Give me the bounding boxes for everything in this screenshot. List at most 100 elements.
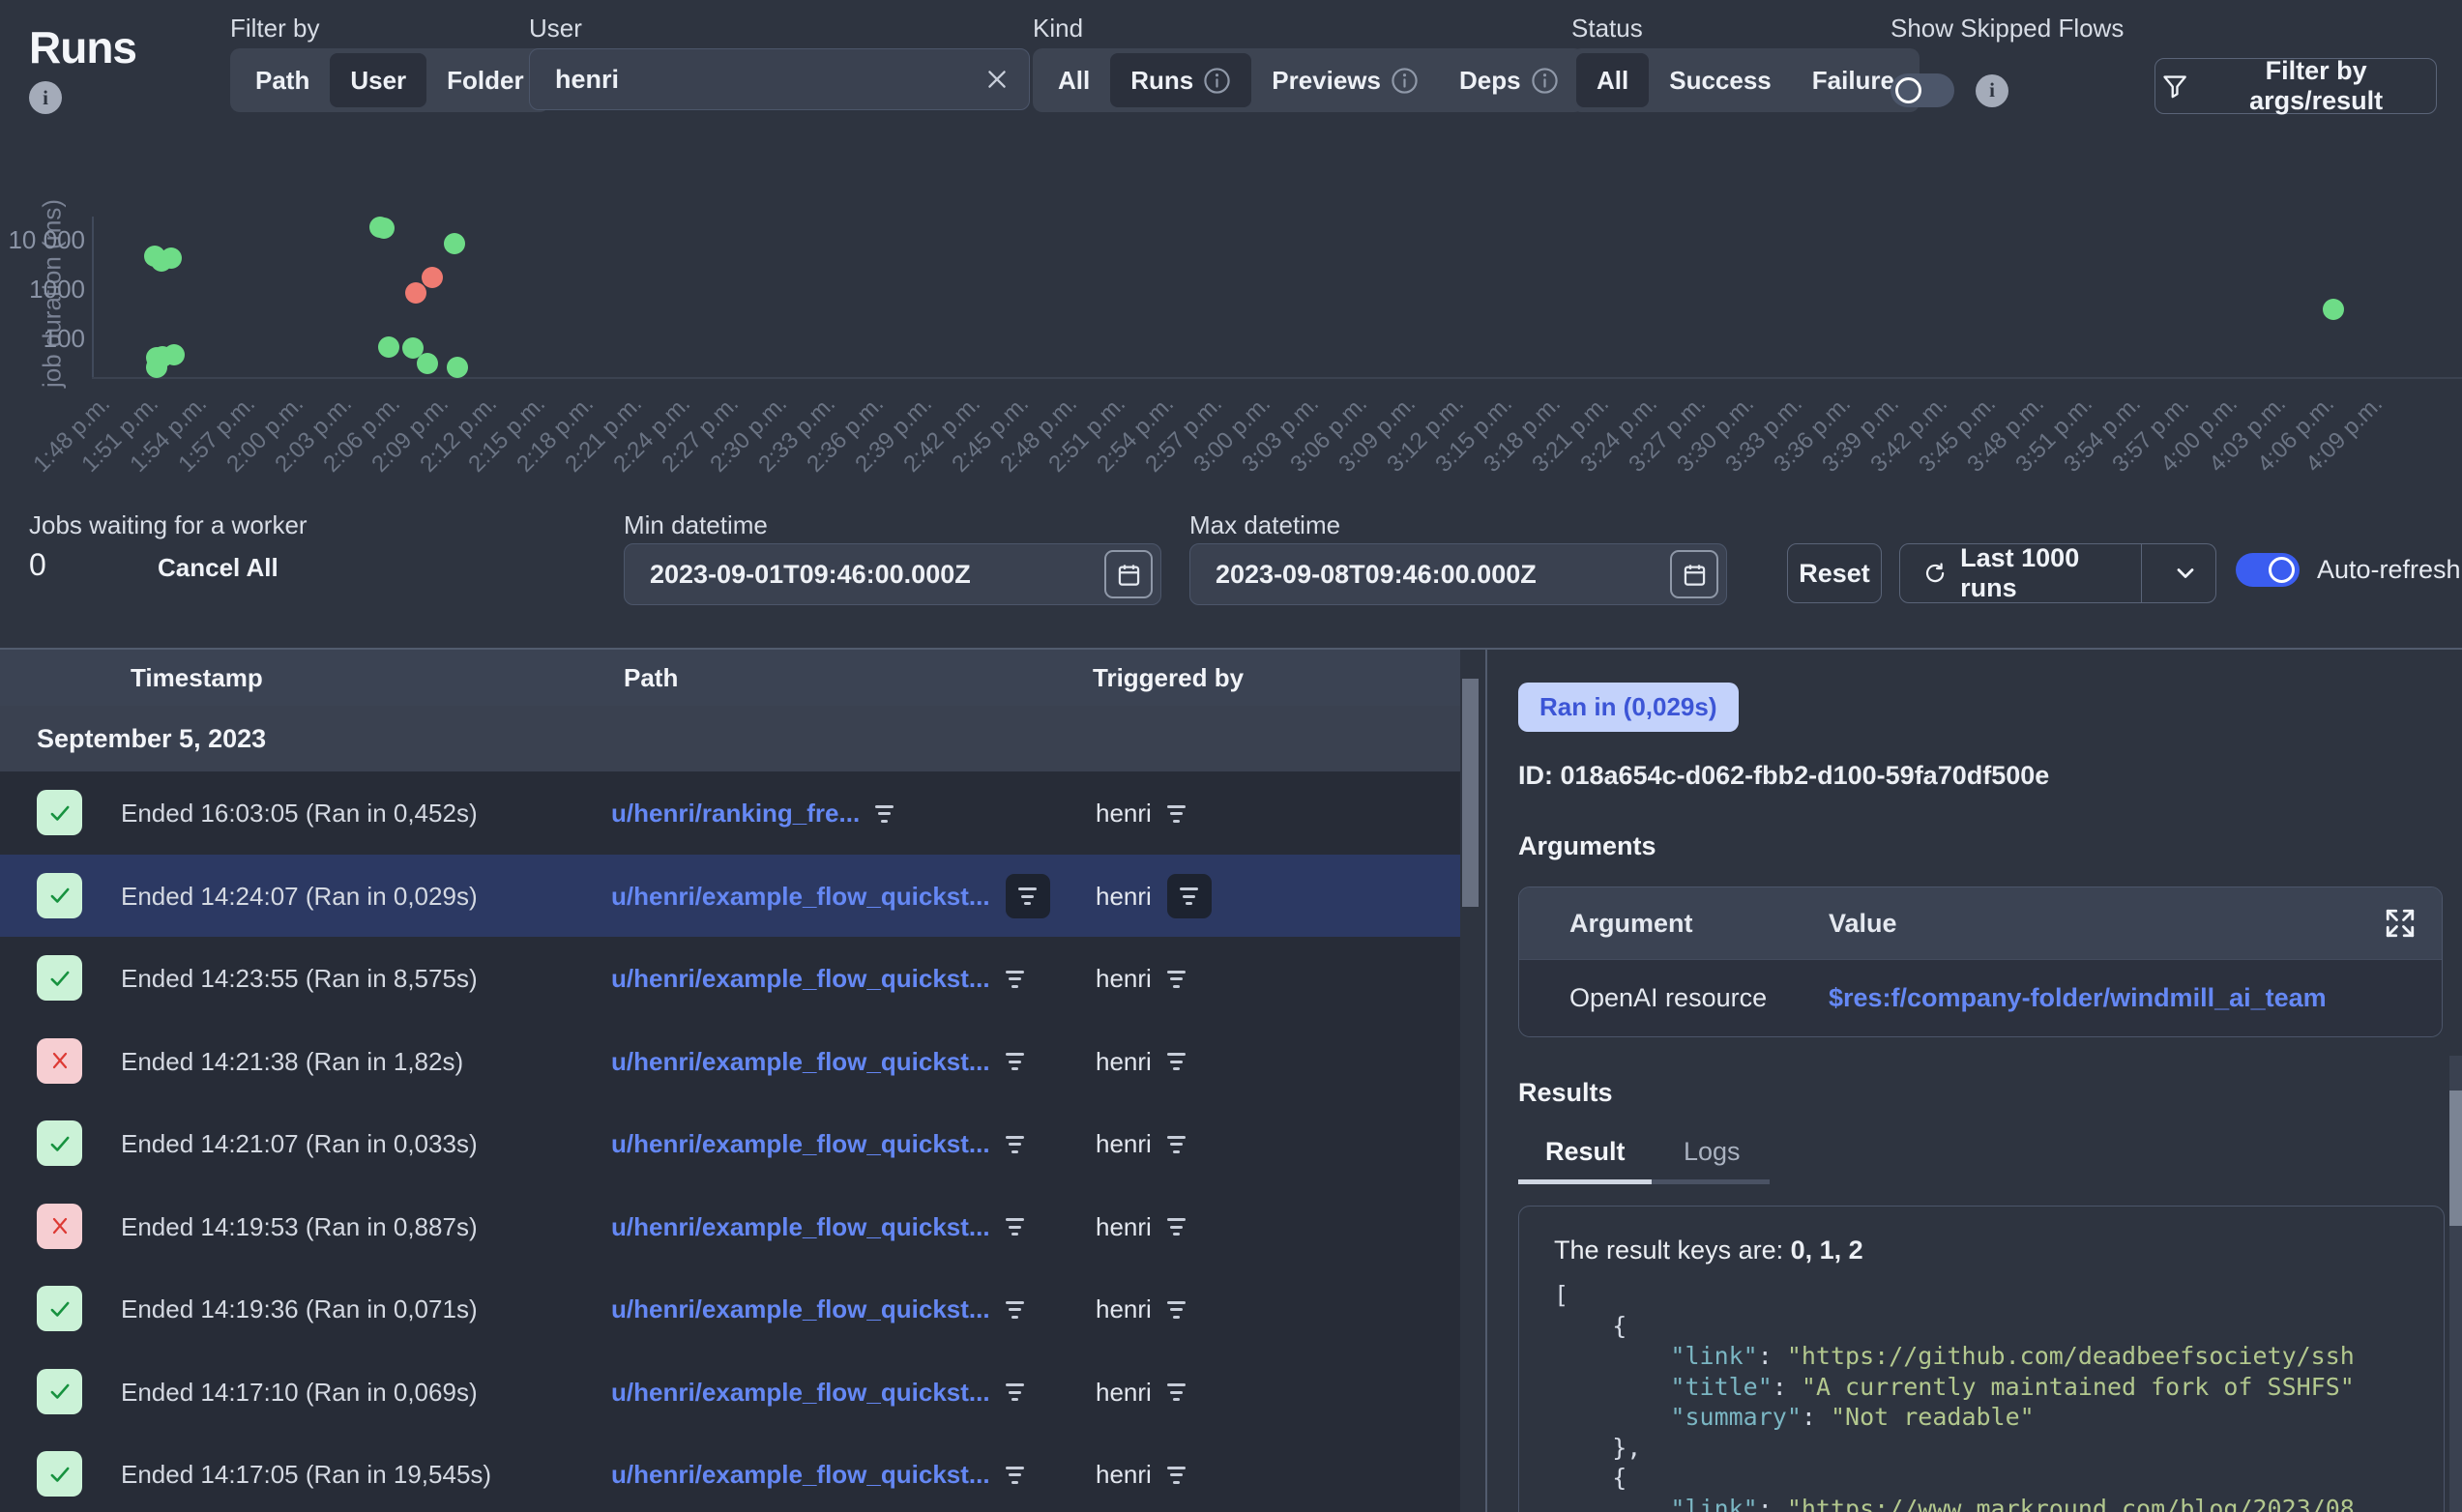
filter-by-value-icon[interactable] <box>1167 805 1186 823</box>
filter-by-value-icon[interactable] <box>1167 1136 1186 1153</box>
min-datetime-calendar-button[interactable] <box>1104 550 1153 598</box>
kind-segmented: All Runs Previews Deps <box>1033 48 1584 112</box>
column-timestamp: Timestamp <box>131 663 263 693</box>
status-success-icon <box>37 1120 82 1166</box>
filter-by-value-icon[interactable] <box>1167 1467 1186 1484</box>
scatter-point-success[interactable] <box>146 357 167 378</box>
run-path-link[interactable]: u/henri/example_flow_quickst... <box>611 882 990 912</box>
filter-by-value-icon[interactable] <box>1167 1218 1186 1236</box>
filter-args-result-button[interactable]: Filter by args/result <box>2154 58 2437 114</box>
user-filter-input[interactable] <box>553 64 984 96</box>
run-path-link[interactable]: u/henri/example_flow_quickst... <box>611 1378 990 1408</box>
scatter-point-failure[interactable] <box>405 282 426 304</box>
kind-runs-tab[interactable]: Runs <box>1110 53 1251 107</box>
value-column-header: Value <box>1829 909 1897 939</box>
run-detail-panel: Ran in (0,029s) ID: 018a654c-d062-fbb2-d… <box>1485 650 2462 1512</box>
check-icon <box>47 1296 73 1322</box>
scatter-point-success[interactable] <box>444 233 465 254</box>
run-row[interactable]: Ended 14:21:07 (Ran in 0,033s)u/henri/ex… <box>0 1102 1460 1185</box>
run-path-link[interactable]: u/henri/ranking_fre... <box>611 799 860 829</box>
filter-by-value-icon[interactable] <box>1006 971 1024 988</box>
last-runs-refresh-button[interactable]: Last 1000 runs <box>1900 543 2127 603</box>
runs-info-icon[interactable]: i <box>29 81 62 114</box>
scatter-point-success[interactable] <box>161 247 182 269</box>
status-label: Status <box>1571 14 1643 44</box>
filter-by-value-icon[interactable] <box>1018 887 1037 905</box>
filter-by-folder-tab[interactable]: Folder <box>426 53 543 107</box>
run-row[interactable]: Ended 14:21:38 (Ran in 1,82s)u/henri/exa… <box>0 1020 1460 1103</box>
scatter-point-failure[interactable] <box>422 267 443 288</box>
filter-by-value-icon[interactable] <box>875 805 894 823</box>
last-runs-dropdown-button[interactable] <box>2155 560 2215 587</box>
auto-refresh-toggle[interactable] <box>2236 553 2300 587</box>
tab-logs[interactable]: Logs <box>1653 1137 1764 1184</box>
run-row[interactable]: Ended 14:24:07 (Ran in 0,029s)u/henri/ex… <box>0 855 1460 938</box>
filter-by-value-icon[interactable] <box>1006 1467 1024 1484</box>
tab-result[interactable]: Result <box>1518 1137 1649 1184</box>
check-icon <box>47 1131 73 1156</box>
scatter-point-success[interactable] <box>2323 299 2344 320</box>
run-user: henri <box>1096 1460 1152 1490</box>
filter-by-value-icon[interactable] <box>1167 1301 1186 1319</box>
filter-by-value-icon[interactable] <box>1180 887 1198 905</box>
run-row[interactable]: Ended 14:23:55 (Ran in 8,575s)u/henri/ex… <box>0 937 1460 1020</box>
scatter-point-success[interactable] <box>417 353 438 374</box>
scatter-point-success[interactable] <box>378 336 399 358</box>
argument-value-link[interactable]: $res:f/company-folder/windmill_ai_team <box>1829 983 2327 1012</box>
filter-by-value-icon[interactable] <box>1006 1301 1024 1319</box>
filter-by-path-tab[interactable]: Path <box>235 53 330 107</box>
run-row[interactable]: Ended 14:19:53 (Ran in 0,887s)u/henri/ex… <box>0 1185 1460 1268</box>
filter-by-value-icon[interactable] <box>1167 1053 1186 1070</box>
show-skipped-toggle[interactable] <box>1890 73 1954 107</box>
cancel-all-button[interactable]: Cancel All <box>158 553 278 583</box>
kind-deps-tab[interactable]: Deps <box>1439 53 1579 107</box>
result-json-line: "summary": "Not readable" <box>1554 1402 2444 1433</box>
expand-arguments-button[interactable] <box>2384 907 2417 940</box>
filter-by-value-icon[interactable] <box>1167 971 1186 988</box>
reset-button[interactable]: Reset <box>1787 543 1882 603</box>
status-success-tab[interactable]: Success <box>1649 53 1792 107</box>
status-all-tab[interactable]: All <box>1576 53 1649 107</box>
run-row[interactable]: Ended 14:19:36 (Ran in 0,071s)u/henri/ex… <box>0 1267 1460 1351</box>
funnel-icon <box>2161 72 2188 101</box>
filter-by-value-icon[interactable] <box>1006 1136 1024 1153</box>
table-scrollbar[interactable] <box>1462 679 1479 907</box>
run-path-link[interactable]: u/henri/example_flow_quickst... <box>611 1294 990 1324</box>
result-keys-line: The result keys are: 0, 1, 2 <box>1554 1234 2444 1266</box>
run-path-link[interactable]: u/henri/example_flow_quickst... <box>611 1129 990 1159</box>
filter-by-user-tab[interactable]: User <box>330 53 426 107</box>
result-json: [ { "link": "https://github.com/deadbeef… <box>1554 1280 2444 1512</box>
min-datetime-input[interactable] <box>648 559 1104 591</box>
table-header: Timestamp Path Triggered by <box>0 650 1460 706</box>
run-row[interactable]: Ended 14:17:10 (Ran in 0,069s)u/henri/ex… <box>0 1351 1460 1434</box>
max-datetime-calendar-button[interactable] <box>1670 550 1718 598</box>
scatter-point-success[interactable] <box>447 357 468 378</box>
run-path-link[interactable]: u/henri/example_flow_quickst... <box>611 1460 990 1490</box>
status-failure-icon <box>37 1038 82 1084</box>
show-skipped-info-icon[interactable]: i <box>1976 74 2008 107</box>
result-json-line: "title": "A currently maintained fork of… <box>1554 1372 2444 1403</box>
filter-by-value-icon[interactable] <box>1006 1218 1024 1236</box>
filter-by-value-icon[interactable] <box>1006 1383 1024 1401</box>
clear-user-filter-icon[interactable] <box>984 67 1010 92</box>
filter-by-value-icon[interactable] <box>1167 1383 1186 1401</box>
kind-all-tab[interactable]: All <box>1038 53 1110 107</box>
calendar-icon <box>1682 562 1708 588</box>
status-success-icon <box>37 955 82 1001</box>
arguments-title: Arguments <box>1518 831 2462 861</box>
run-timestamp: Ended 16:03:05 (Ran in 0,452s) <box>121 799 478 829</box>
run-row[interactable]: Ended 14:17:05 (Ran in 19,545s)u/henri/e… <box>0 1433 1460 1512</box>
runs-list: Ended 16:03:05 (Ran in 0,452s) u/henri/ra… <box>0 771 1460 1512</box>
run-path-link[interactable]: u/henri/example_flow_quickst... <box>611 964 990 994</box>
calendar-icon <box>1116 562 1142 588</box>
run-path-link[interactable]: u/henri/example_flow_quickst... <box>611 1047 990 1077</box>
max-datetime-input[interactable] <box>1214 559 1670 591</box>
run-row[interactable]: Ended 16:03:05 (Ran in 0,452s) u/henri/ra… <box>0 771 1460 855</box>
scatter-point-success[interactable] <box>373 218 395 239</box>
user-filter-label: User <box>529 14 582 44</box>
result-scrollbar-thumb[interactable] <box>2449 1090 2462 1226</box>
filter-by-value-icon[interactable] <box>1006 1053 1024 1070</box>
run-path-link[interactable]: u/henri/example_flow_quickst... <box>611 1212 990 1242</box>
kind-previews-tab[interactable]: Previews <box>1251 53 1439 107</box>
scatter-point-success[interactable] <box>163 344 185 365</box>
